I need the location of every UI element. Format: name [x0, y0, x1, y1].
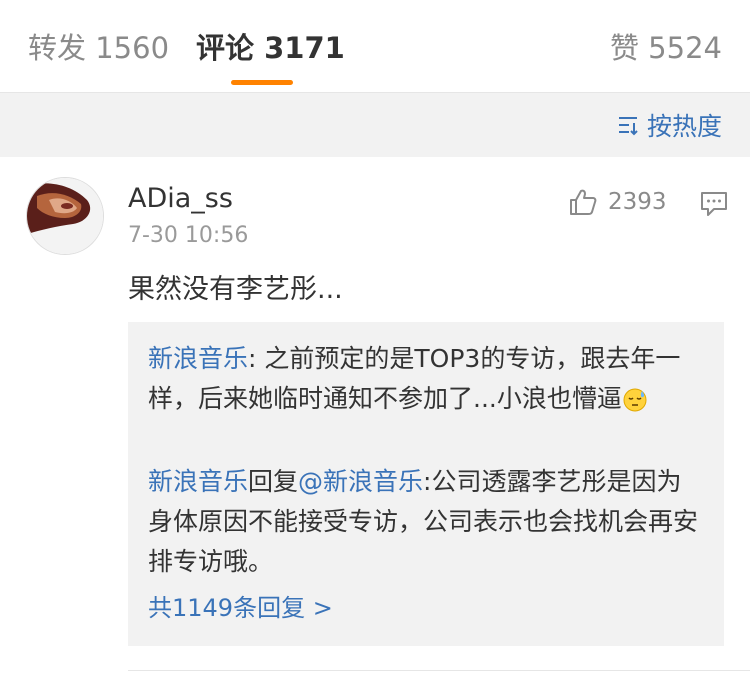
sort-label: 按热度	[646, 112, 722, 141]
reply-button[interactable]	[700, 191, 728, 221]
active-tab-indicator	[231, 80, 293, 85]
comment-username[interactable]: ADia_ss	[128, 183, 233, 214]
comment-time: 7-30 10:56	[128, 223, 249, 248]
like-button[interactable]: 2393	[568, 187, 667, 217]
tab-comments[interactable]: 评论 3171	[196, 28, 345, 68]
sort-icon	[618, 117, 638, 136]
sweat-face-icon	[623, 388, 647, 412]
reply-word: 回复	[248, 467, 299, 496]
avatar[interactable]	[26, 177, 104, 255]
more-replies-link[interactable]: 共1149条回复 >	[148, 588, 333, 623]
thumbs-up-icon	[570, 189, 597, 215]
comment-icon	[701, 192, 727, 216]
reply-item: 新浪音乐: 之前预定的是TOP3的专访，跟去年一样，后来她临时通知不参加了...…	[148, 339, 706, 419]
comment-item: ADia_ss 7-30 10:56 2393 果然没有李艺彤... 新浪音乐:…	[0, 157, 750, 676]
comment-text: 果然没有李艺彤...	[128, 274, 343, 305]
sort-by-hot-button[interactable]: 按热度	[617, 107, 722, 143]
sort-bar: 按热度	[0, 93, 750, 157]
tab-likes[interactable]: 赞 5524	[610, 28, 722, 68]
reply-mention[interactable]: @新浪音乐	[298, 467, 423, 496]
reply-item: 新浪音乐回复@新浪音乐:公司透露李艺彤是因为身体原因不能接受专访，公司表示也会找…	[148, 462, 706, 582]
divider	[128, 670, 750, 671]
replies-box: 新浪音乐: 之前预定的是TOP3的专访，跟去年一样，后来她临时通知不参加了...…	[128, 322, 724, 646]
like-count: 2393	[608, 189, 667, 215]
reply-separator: :	[248, 344, 265, 373]
reply-author[interactable]: 新浪音乐	[148, 344, 248, 373]
reply-author[interactable]: 新浪音乐	[148, 467, 248, 496]
tab-bar: 转发 1560 评论 3171 赞 5524	[0, 0, 750, 93]
tab-repost[interactable]: 转发 1560	[28, 28, 169, 68]
